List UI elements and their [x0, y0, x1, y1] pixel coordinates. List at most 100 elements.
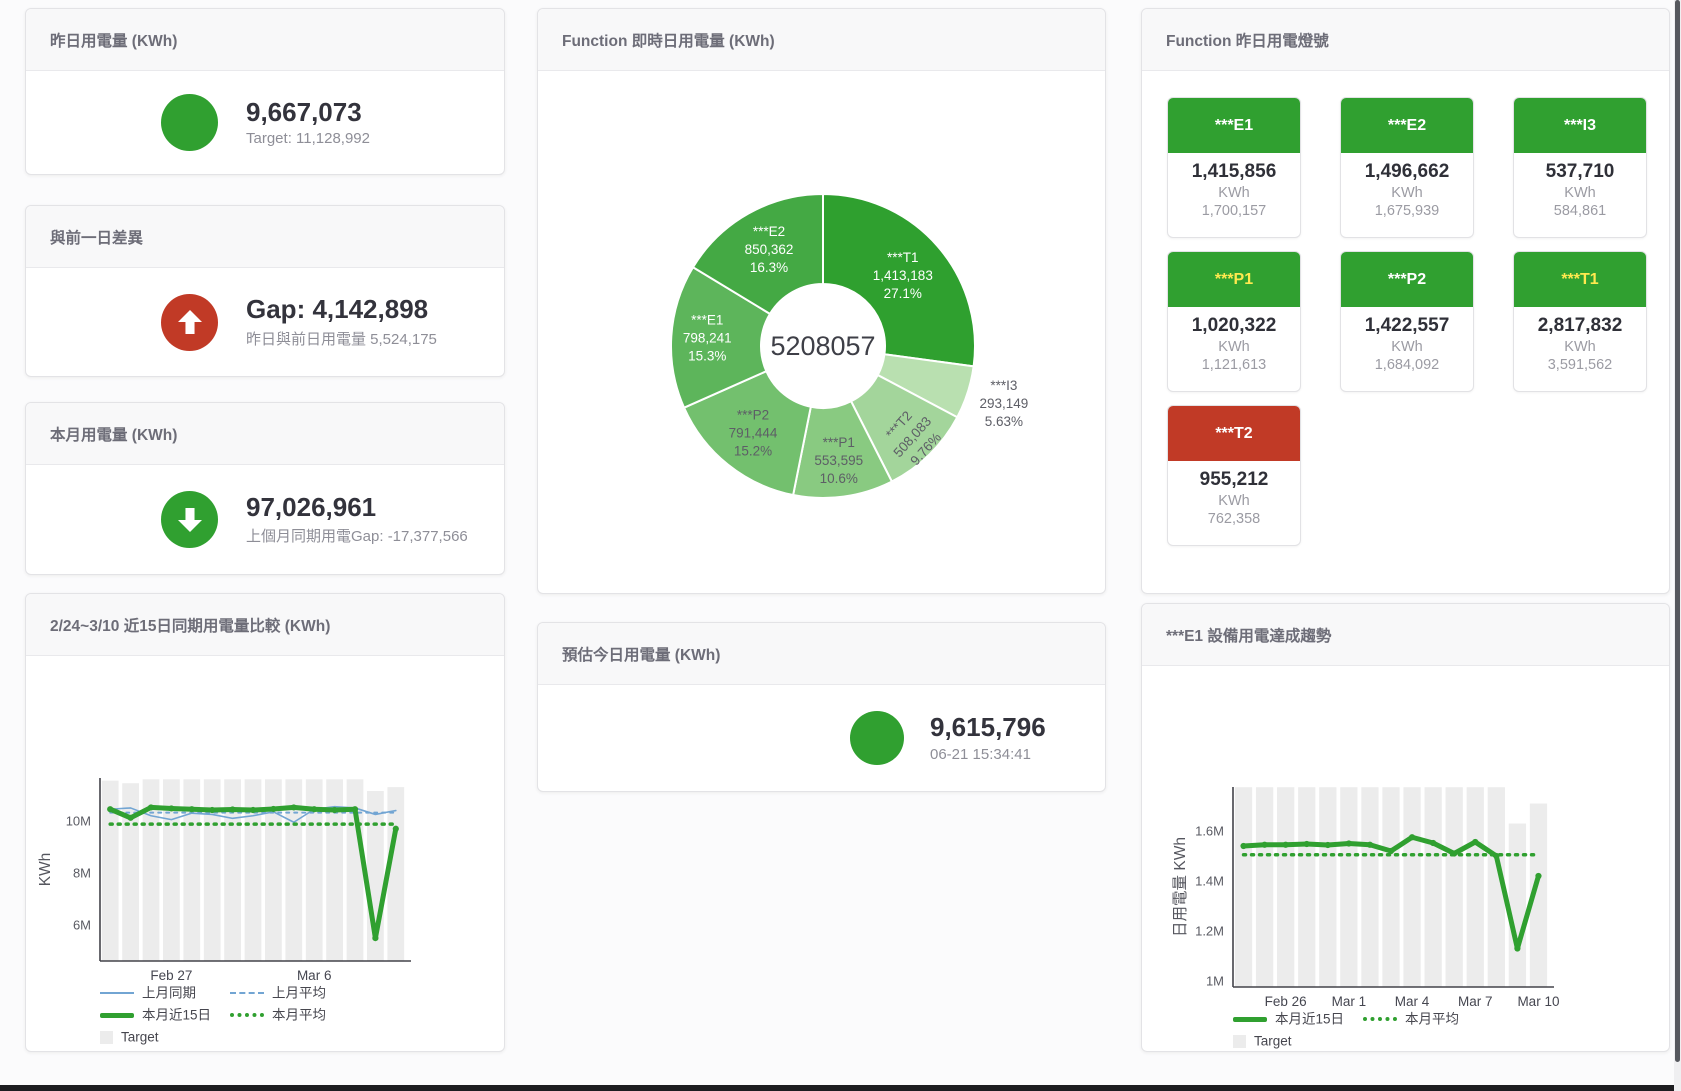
data-point	[1409, 834, 1415, 840]
light-tile-value: 1,415,856	[1168, 161, 1300, 183]
y-tick: 1.6M	[1195, 824, 1224, 839]
target-bar	[1277, 787, 1294, 987]
light-tile-value: 1,020,322	[1168, 315, 1300, 337]
light-tile-target: 1,675,939	[1341, 203, 1473, 219]
target-bar	[245, 779, 262, 961]
light-tile-header: ***T1	[1514, 252, 1646, 307]
light-tile-xxxE1: ***E11,415,856KWh1,700,157	[1167, 97, 1301, 238]
status-circle-icon	[161, 94, 218, 151]
light-tile-value: 955,212	[1168, 469, 1300, 491]
day-gap-subtitle: 昨日與前日用電量 5,524,175	[246, 328, 437, 349]
light-tile-target: 1,684,092	[1341, 357, 1473, 373]
legend-item-本月平均[interactable]: 本月平均	[230, 1004, 360, 1026]
card-day-gap: 與前一日差異 Gap: 4,142,898 昨日與前日用電量 5,524,175	[25, 205, 505, 377]
light-tile-header: ***E1	[1168, 98, 1300, 153]
legend-line-icon	[100, 992, 134, 994]
target-bar	[204, 779, 221, 961]
month-usage-value: 97,026,961	[246, 493, 468, 522]
target-bar	[1403, 787, 1420, 987]
data-point	[148, 804, 154, 810]
legend-item-本月平均[interactable]: 本月平均	[1363, 1008, 1493, 1030]
light-tile-header: ***I3	[1514, 98, 1646, 153]
legend-item-上月平均[interactable]: 上月平均	[230, 982, 360, 1004]
light-tile-value: 1,422,557	[1341, 315, 1473, 337]
data-point	[372, 935, 378, 941]
legend-item-Target[interactable]: Target	[100, 1026, 230, 1048]
scrollbar-track[interactable]	[1674, 0, 1681, 1091]
legend-item-本月近15日[interactable]: 本月近15日	[1233, 1008, 1363, 1030]
card-title-lights: Function 昨日用電燈號	[1142, 9, 1669, 71]
data-point	[1367, 842, 1373, 848]
dashboard: 昨日用電量 (KWh) 9,667,073 Target: 11,128,992…	[0, 0, 1681, 1091]
y-tick: 1.2M	[1195, 924, 1224, 939]
legend-label: 本月平均	[1405, 1011, 1459, 1026]
light-tile-xxxI3: ***I3537,710KWh584,861	[1513, 97, 1647, 238]
legend-label: Target	[1254, 1033, 1292, 1048]
light-tile-unit: KWh	[1341, 185, 1473, 201]
estimate-timestamp: 06-21 15:34:41	[930, 746, 1046, 763]
day-gap-value: Gap: 4,142,898	[246, 295, 437, 324]
legend-swatch-icon	[1233, 1035, 1246, 1048]
light-tile-xxxP1: ***P1 1,020,322 KWh 1,121,613	[1167, 251, 1301, 392]
target-bar	[1467, 787, 1484, 987]
light-tile-target: 3,591,562	[1514, 357, 1646, 373]
data-point	[291, 804, 297, 810]
target-bar	[1235, 787, 1252, 987]
light-tile-unit: KWh	[1514, 339, 1646, 355]
card-title-compare: 2/24~3/10 近15日同期用電量比較 (KWh)	[26, 594, 504, 656]
light-tile-unit: KWh	[1168, 339, 1300, 355]
x-tick: Mar 6	[297, 968, 332, 983]
legend-line-icon	[230, 1013, 264, 1017]
target-bar	[1446, 787, 1463, 987]
donut-slice-label: ***I3293,1495.63%	[979, 378, 1028, 429]
card-yesterday-usage: 昨日用電量 (KWh) 9,667,073 Target: 11,128,992	[25, 8, 505, 175]
target-bar	[1424, 787, 1441, 987]
card-trend-chart: ***E1 設備用電達成趨勢 1M1.2M1.4M1.6MFeb 26Mar 1…	[1141, 603, 1670, 1052]
data-point	[189, 806, 195, 812]
card-month-usage: 本月用電量 (KWh) 97,026,961 上個月同期用電Gap: -17,3…	[25, 402, 505, 575]
data-point	[1535, 873, 1541, 879]
light-tile-xxxE2: ***E21,496,662KWh1,675,939	[1340, 97, 1474, 238]
light-tile-header: ***T2	[1168, 406, 1300, 461]
legend-label: 上月同期	[142, 985, 196, 1000]
x-tick: Mar 4	[1395, 994, 1430, 1009]
month-usage-gap: 上個月同期用電Gap: -17,377,566	[246, 525, 468, 546]
target-bar	[1298, 787, 1315, 987]
light-tile-unit: KWh	[1168, 493, 1300, 509]
card-title-day-gap: 與前一日差異	[26, 206, 504, 268]
data-point	[1283, 842, 1289, 848]
legend-item-Target[interactable]: Target	[1233, 1030, 1363, 1052]
yesterday-usage-value: 9,667,073	[246, 98, 370, 127]
scrollbar-thumb[interactable]	[1675, 0, 1680, 1062]
card-title-estimate: 預估今日用電量 (KWh)	[538, 623, 1105, 685]
data-point	[168, 805, 174, 811]
legend-line-icon	[1363, 1017, 1397, 1021]
y-tick: 10M	[66, 813, 91, 828]
data-point	[1514, 945, 1520, 951]
target-bar	[1509, 824, 1526, 988]
legend-item-本月近15日[interactable]: 本月近15日	[100, 1004, 230, 1026]
arrow-down-icon	[161, 491, 218, 548]
light-tile-unit: KWh	[1341, 339, 1473, 355]
target-bar	[1361, 787, 1378, 987]
card-lights: Function 昨日用電燈號 ***E11,415,856KWh1,700,1…	[1141, 8, 1670, 594]
light-tile-header: ***P1	[1168, 252, 1300, 307]
light-tile-header: ***P2	[1341, 252, 1473, 307]
legend-item-上月同期[interactable]: 上月同期	[100, 982, 230, 1004]
compare-chart: 6M8M10MFeb 27Mar 6KWh	[26, 656, 504, 991]
legend-swatch-icon	[100, 1031, 113, 1044]
light-tile-target: 1,121,613	[1168, 357, 1300, 373]
target-bar	[1319, 787, 1336, 987]
compare-legend: 上月同期 上月平均本月近15日本月平均Target	[100, 982, 360, 1048]
x-tick: Feb 27	[150, 968, 192, 983]
light-tile-header: ***E2	[1341, 98, 1473, 153]
y-axis-label: KWh	[37, 853, 54, 887]
data-point	[230, 806, 236, 812]
donut-center-total: 5208057	[770, 331, 875, 361]
data-point	[393, 826, 399, 832]
data-point	[332, 807, 338, 813]
light-tile-unit: KWh	[1514, 185, 1646, 201]
card-estimate-today: 預估今日用電量 (KWh) 9,615,796 06-21 15:34:41	[537, 622, 1106, 792]
legend-label: 本月近15日	[1275, 1011, 1344, 1026]
legend-line-icon	[1233, 1017, 1267, 1022]
